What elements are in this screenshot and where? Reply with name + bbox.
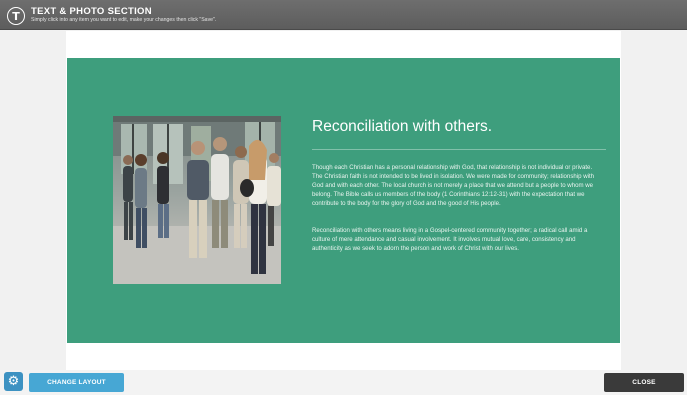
settings-button[interactable]: ⚙	[4, 372, 23, 391]
section-heading[interactable]: Reconciliation with others.	[312, 118, 492, 136]
body-paragraph[interactable]: Though each Christian has a personal rel…	[312, 163, 602, 208]
gear-icon: ⚙	[7, 374, 20, 389]
group-photo-image	[113, 116, 281, 284]
editor-title: TEXT & PHOTO SECTION	[31, 6, 152, 17]
editor-instructions: Simply click into any item you want to e…	[31, 17, 217, 23]
section-photo[interactable]	[113, 116, 281, 284]
logo-icon: T	[7, 7, 25, 25]
editor-header: T TEXT & PHOTO SECTION Simply click into…	[0, 0, 687, 30]
text-photo-section[interactable]: Reconciliation with others. Though each …	[67, 58, 620, 343]
body-paragraph[interactable]: Reconciliation with others means living …	[312, 226, 602, 253]
heading-divider	[312, 149, 606, 150]
close-button[interactable]: CLOSE	[604, 373, 684, 392]
change-layout-button[interactable]: CHANGE LAYOUT	[29, 373, 124, 392]
